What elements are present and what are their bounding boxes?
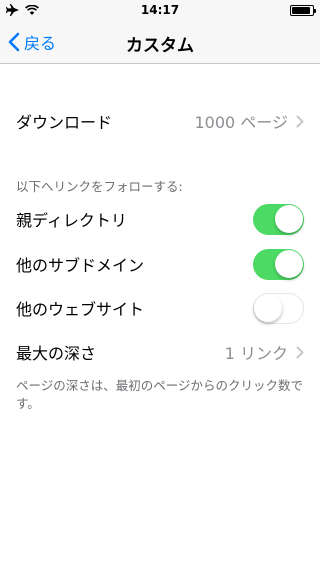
battery-icon [290,4,316,16]
toggle-knob [274,205,303,233]
follow-section-header: 以下へリンクをフォローする: [16,179,183,194]
chevron-right-icon [296,346,304,358]
download-value-group: 1000 ページ [195,109,305,133]
toggle-row-other-subdomains: 他のサブドメイン [0,242,320,286]
toggle-row-other-websites: 他のウェブサイト [0,286,320,330]
toggle-label: 他のサブドメイン [16,256,145,275]
page-title: カスタム [126,36,194,56]
toggle-label: 他のウェブサイト [16,300,145,319]
depth-footnote: ページの深さは、最初のページからのクリック数です。 [16,378,304,411]
status-time: 14:17 [140,3,180,17]
max-depth-value: 1 リンク [224,344,288,363]
max-depth-label: 最大の深さ [16,344,97,363]
toggle-knob [274,250,303,278]
toggle-row-parent-directory: 親ディレクトリ [0,197,320,241]
other-websites-toggle[interactable] [253,292,304,324]
status-bar: 14:17 [0,0,320,20]
other-subdomains-toggle[interactable] [253,248,304,280]
max-depth-row[interactable]: 最大の深さ 1 リンク [0,330,320,374]
parent-directory-toggle[interactable] [253,203,304,235]
chevron-right-icon [296,115,304,127]
download-row[interactable]: ダウンロード 1000 ページ [0,99,320,143]
toggle-knob [254,293,282,322]
settings-content: ダウンロード 1000 ページ 以下へリンクをフォローする: 親ディレクトリ 他… [0,64,320,568]
navigation-bar: 戻る カスタム [0,20,320,64]
toggle-label: 親ディレクトリ [16,211,127,230]
download-value: 1000 ページ [194,113,289,132]
max-depth-value-group: 1 リンク [225,340,304,364]
download-label: ダウンロード [16,113,113,132]
